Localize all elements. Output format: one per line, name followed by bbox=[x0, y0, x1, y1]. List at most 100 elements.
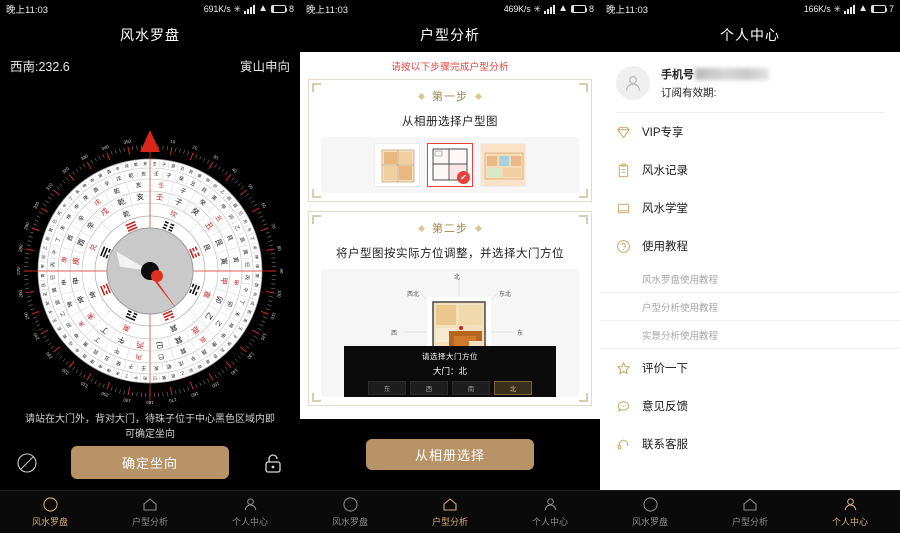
diamond-ornament-icon bbox=[417, 224, 426, 232]
floorplan-thumb-1[interactable] bbox=[374, 143, 420, 187]
diamond-ornament-icon bbox=[474, 92, 483, 100]
battery-icon bbox=[270, 5, 288, 13]
compass-calibrate-icon[interactable] bbox=[14, 450, 40, 476]
confirm-orientation-button[interactable]: 确定坐向 bbox=[71, 446, 229, 479]
battery-icon bbox=[570, 5, 588, 13]
tab-compass[interactable]: 风水罗盘 bbox=[0, 491, 100, 533]
selected-check-icon: ✔ bbox=[457, 171, 470, 184]
luopan-svg[interactable]: 0102030405060708090100110120130140150160… bbox=[9, 124, 291, 406]
svg-text:290: 290 bbox=[23, 221, 30, 230]
star-icon bbox=[616, 361, 631, 376]
menu-item-school[interactable]: 风水学堂 bbox=[600, 189, 900, 227]
door-option-east[interactable]: 东 bbox=[368, 381, 406, 395]
svg-text:150: 150 bbox=[211, 381, 220, 389]
diamond-ornament-icon bbox=[474, 224, 483, 232]
menu-item-feedback[interactable]: 意见反馈 bbox=[600, 387, 900, 425]
tab-compass-label: 风水罗盘 bbox=[631, 516, 668, 527]
menu-item-vip[interactable]: VIP专享 bbox=[600, 113, 900, 151]
svg-text:270: 270 bbox=[16, 267, 21, 275]
status-time: 晚上11:03 bbox=[306, 5, 349, 16]
dir-label-northeast: 东北 bbox=[499, 292, 512, 298]
corner-ornament bbox=[312, 215, 321, 224]
svg-text:50: 50 bbox=[247, 183, 254, 190]
floorplan-orientation-stage[interactable]: 北 东北 东 东南 南 西南 西 西北 请选择大门方位 大门：北 东 西 南 bbox=[321, 269, 579, 397]
status-time: 晚上11:03 bbox=[606, 5, 649, 16]
svg-text:80: 80 bbox=[276, 245, 282, 251]
svg-text:260: 260 bbox=[17, 289, 23, 298]
sub-item-compass-tutorial[interactable]: 风水罗盘使用教程 bbox=[600, 265, 900, 293]
tab-profile[interactable]: 个人中心 bbox=[500, 491, 600, 533]
tab-compass-label: 风水罗盘 bbox=[31, 516, 68, 527]
tab-plan[interactable]: 户型分析 bbox=[100, 491, 200, 533]
sub-item-plan-tutorial[interactable]: 户型分析使用教程 bbox=[600, 293, 900, 321]
menu-item-tutorials[interactable]: 使用教程 bbox=[600, 227, 900, 265]
person-icon bbox=[243, 497, 258, 513]
profile-header[interactable]: 手机号 订阅有效期: bbox=[600, 52, 900, 112]
svg-text:240: 240 bbox=[32, 332, 40, 341]
corner-ornament bbox=[579, 215, 588, 224]
tab-compass[interactable]: 风水罗盘 bbox=[300, 491, 400, 533]
svg-text:330: 330 bbox=[80, 153, 89, 161]
menu-item-feedback-label: 意见反馈 bbox=[642, 401, 688, 413]
floorplan-thumb-3[interactable] bbox=[480, 143, 526, 187]
svg-text:320: 320 bbox=[61, 166, 70, 175]
menu-item-records[interactable]: 风水记录 bbox=[600, 151, 900, 189]
plan-notice: 请按以下步骤完成户型分析 bbox=[391, 62, 509, 73]
svg-text:310: 310 bbox=[45, 182, 54, 191]
svg-text:壬: 壬 bbox=[141, 364, 146, 371]
network-speed: 166K/s bbox=[803, 4, 831, 14]
tab-compass[interactable]: 风水罗盘 bbox=[600, 491, 700, 533]
menu-item-support[interactable]: 联系客服 bbox=[600, 425, 900, 463]
plan-footer: 从相册选择 bbox=[300, 419, 600, 490]
door-direction-panel: 请选择大门方位 大门：北 东 西 南 北 bbox=[344, 346, 556, 397]
tabbar-screen-3: 风水罗盘 户型分析 个人中心 bbox=[600, 490, 900, 533]
pick-from-album-button[interactable]: 从相册选择 bbox=[366, 439, 534, 470]
svg-text:40: 40 bbox=[231, 167, 238, 174]
sub-item-scene-tutorial[interactable]: 实景分析使用教程 bbox=[600, 321, 900, 349]
svg-text:160: 160 bbox=[190, 391, 199, 398]
svg-text:200: 200 bbox=[100, 391, 109, 398]
svg-text:250: 250 bbox=[23, 311, 30, 320]
step1-badge-label: 第一步 bbox=[432, 91, 468, 103]
question-icon bbox=[616, 239, 631, 254]
chat-icon bbox=[616, 399, 631, 414]
tab-plan[interactable]: 户型分析 bbox=[700, 491, 800, 533]
unlock-icon[interactable] bbox=[260, 450, 286, 476]
svg-text:亥: 亥 bbox=[154, 364, 159, 371]
menu-item-rate[interactable]: 评价一下 bbox=[600, 349, 900, 387]
menu-item-vip-label: VIP专享 bbox=[642, 127, 684, 139]
luopan-compass[interactable]: 0102030405060708090100110120130140150160… bbox=[0, 120, 300, 410]
status-icons: 691K/s ✳ ▲ 8 bbox=[204, 4, 294, 15]
door-option-west[interactable]: 西 bbox=[410, 381, 448, 395]
tab-profile-label: 个人中心 bbox=[831, 516, 868, 527]
floorplan-thumbnail-row: ✔ bbox=[321, 137, 579, 193]
door-option-north[interactable]: 北 bbox=[494, 381, 532, 395]
tab-plan-label: 户型分析 bbox=[731, 516, 768, 527]
status-icons: 166K/s ✳ ▲ 7 bbox=[804, 4, 894, 15]
tab-plan[interactable]: 户型分析 bbox=[400, 491, 500, 533]
signal-icon bbox=[844, 4, 856, 14]
phone-value-masked bbox=[695, 68, 769, 80]
corner-ornament bbox=[579, 393, 588, 402]
door-option-south[interactable]: 南 bbox=[452, 381, 490, 395]
status-bar: 晚上11:03 691K/s ✳ ▲ 8 bbox=[0, 0, 300, 18]
compass-icon bbox=[42, 497, 58, 513]
status-time: 晚上11:03 bbox=[6, 5, 49, 16]
dir-label-northwest: 西北 bbox=[407, 292, 420, 298]
floorplan-thumb-2[interactable]: ✔ bbox=[427, 143, 473, 187]
svg-text:140: 140 bbox=[230, 367, 239, 376]
step1-badge: 第一步 bbox=[309, 80, 591, 106]
step2-badge-label: 第二步 bbox=[432, 223, 468, 235]
dir-label-west: 西 bbox=[391, 331, 398, 337]
tab-profile[interactable]: 个人中心 bbox=[800, 491, 900, 533]
battery-percent: 8 bbox=[288, 4, 294, 14]
step1-panel: 第一步 从相册选择户型图 ✔ bbox=[308, 79, 592, 202]
profile-text-block: 手机号 订阅有效期: bbox=[661, 66, 769, 100]
svg-text:110: 110 bbox=[270, 312, 277, 321]
compass-icon bbox=[342, 497, 358, 513]
tab-profile[interactable]: 个人中心 bbox=[200, 491, 300, 533]
page-title-profile: 个人中心 bbox=[600, 18, 900, 52]
diamond-ornament-icon bbox=[417, 92, 426, 100]
svg-text:壬: 壬 bbox=[154, 170, 159, 177]
compass-hint-text: 请站在大门外，背对大门，待珠子位于中心黑色区域内即可确定坐向 bbox=[25, 414, 275, 440]
